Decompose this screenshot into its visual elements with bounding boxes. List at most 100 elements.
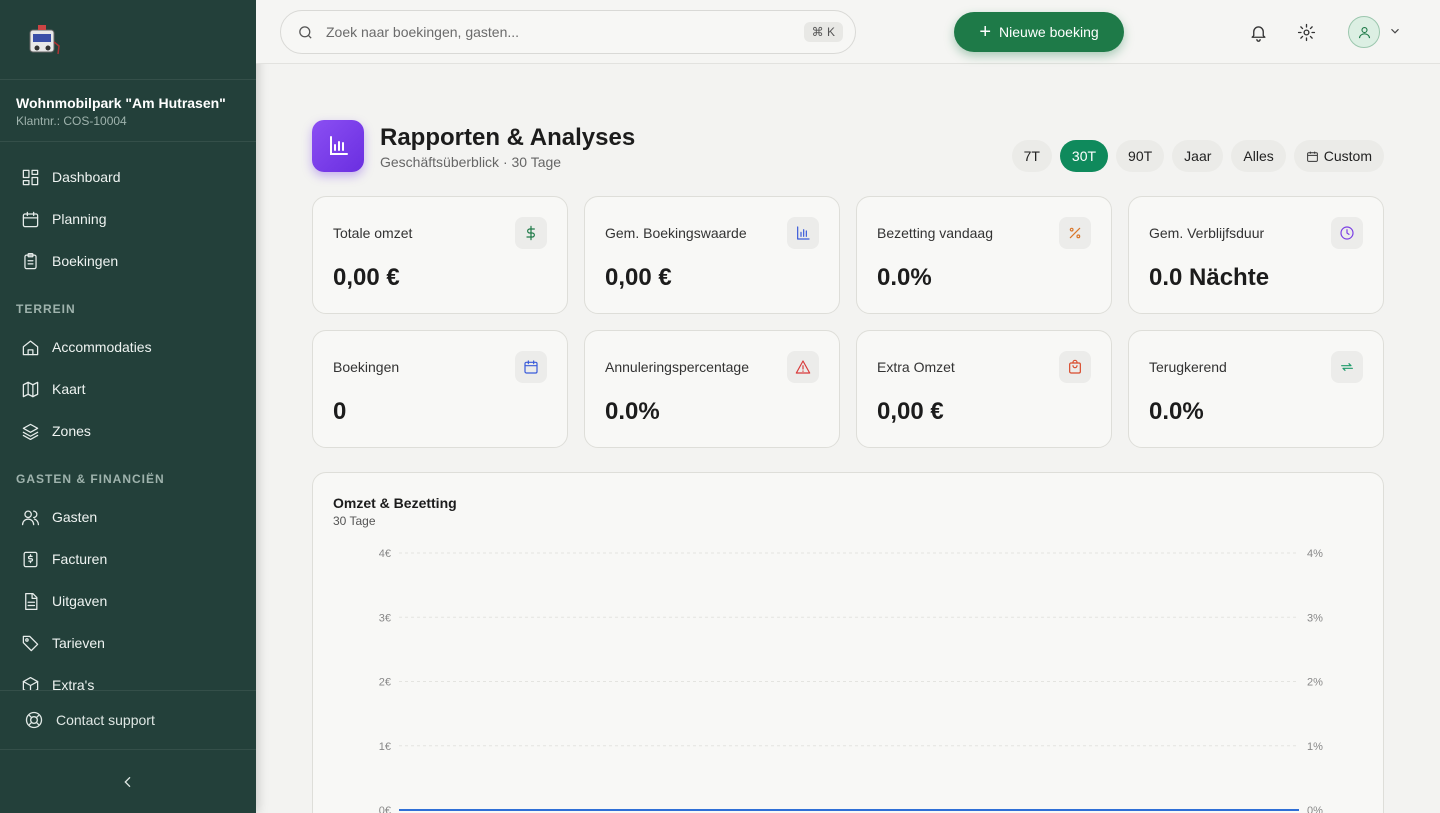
range-jaar[interactable]: Jaar bbox=[1172, 140, 1224, 172]
sidebar: Wohnmobilpark "Am Hutrasen" Klantnr.: CO… bbox=[0, 0, 256, 813]
logo-area bbox=[0, 0, 256, 80]
clock-icon bbox=[1331, 217, 1363, 249]
sidebar-item-kaart[interactable]: Kaart bbox=[0, 368, 256, 410]
kpi-label: Gem. Verblijfsduur bbox=[1149, 225, 1265, 241]
kpi-label: Gem. Boekingswaarde bbox=[605, 225, 747, 241]
kpi-label: Annuleringspercentage bbox=[605, 359, 749, 375]
y-right-tick-label: 1% bbox=[1307, 741, 1323, 753]
clipboard-icon bbox=[20, 251, 40, 271]
calendar-icon bbox=[515, 351, 547, 383]
y-right-tick-label: 4% bbox=[1307, 548, 1323, 560]
user-menu-toggle[interactable] bbox=[1388, 24, 1402, 43]
y-left-tick-label: 1€ bbox=[379, 741, 391, 753]
sidebar-item-accommodaties[interactable]: Accommodaties bbox=[0, 326, 256, 368]
sidebar-item-label: Uitgaven bbox=[52, 593, 108, 609]
search-shortcut: ⌘ K bbox=[803, 22, 843, 42]
kpi-label: Boekingen bbox=[333, 359, 400, 375]
settings-button[interactable] bbox=[1294, 20, 1318, 44]
lifebuoy-icon bbox=[25, 711, 43, 729]
customer-number: Klantnr.: COS-10004 bbox=[16, 114, 127, 128]
kpi-card-annuleringspercentage: Annuleringspercentage 0.0% bbox=[584, 330, 840, 448]
user-avatar[interactable] bbox=[1348, 16, 1380, 48]
kpi-value: 0,00 € bbox=[877, 398, 944, 425]
sidebar-footer: Contact support bbox=[0, 690, 256, 813]
kpi-value: 0.0 Nächte bbox=[1149, 264, 1270, 291]
sidebar-item-label: Accommodaties bbox=[52, 339, 152, 355]
chevron-left-icon bbox=[124, 776, 131, 787]
sidebar-item-boekingen[interactable]: Boekingen bbox=[0, 240, 256, 282]
park-logo[interactable] bbox=[24, 22, 64, 62]
chart-canvas: 4€ 4% 3€ 3% 2€ 2% 1€ 1% 0€ 0% bbox=[379, 548, 1323, 813]
new-booking-label: Nieuwe boeking bbox=[999, 24, 1099, 40]
layers-icon bbox=[20, 421, 40, 441]
kpi-value: 0.0% bbox=[877, 264, 932, 291]
tag-icon bbox=[20, 633, 40, 653]
sidebar-item-extras[interactable]: Extra's bbox=[0, 664, 256, 690]
revenue-occupancy-chart: Omzet & Bezetting 30 Tage 4€ 4% 3€ 3% 2€ 2% 1€… bbox=[312, 472, 1384, 813]
new-booking-button[interactable]: + Nieuwe boeking bbox=[954, 12, 1124, 52]
sidebar-item-label: Tarieven bbox=[52, 635, 105, 651]
sidebar-item-label: Extra's bbox=[52, 677, 95, 690]
sidebar-nav: Dashboard Planning Boekingen TERREIN Acc… bbox=[0, 142, 256, 690]
y-right-tick-label: 3% bbox=[1307, 612, 1323, 624]
plus-icon: + bbox=[979, 21, 992, 43]
gear-icon bbox=[1297, 23, 1315, 41]
range-90t[interactable]: 90T bbox=[1116, 140, 1165, 172]
range-7t[interactable]: 7T bbox=[1011, 140, 1052, 172]
kpi-card-boekingen: Boekingen 0 bbox=[312, 330, 568, 448]
range-custom[interactable]: Custom bbox=[1293, 140, 1384, 172]
bag-icon bbox=[1059, 351, 1091, 383]
dollar-icon bbox=[515, 217, 547, 249]
search-input[interactable]: Zoek naar boekingen, gasten... ⌘ K bbox=[280, 10, 856, 54]
bar-chart-icon bbox=[787, 217, 819, 249]
kpi-card-gem-boekingswaarde: Gem. Boekingswaarde 0,00 € bbox=[584, 196, 840, 314]
grid-icon bbox=[20, 167, 40, 187]
sidebar-item-label: Planning bbox=[52, 211, 107, 227]
support-label: Contact support bbox=[56, 712, 155, 728]
search-icon bbox=[299, 25, 312, 39]
sidebar-item-label: Gasten bbox=[52, 509, 98, 525]
sidebar-item-dashboard[interactable]: Dashboard bbox=[0, 156, 256, 198]
sidebar-item-facturen[interactable]: Facturen bbox=[0, 538, 256, 580]
contact-support-button[interactable]: Contact support bbox=[0, 691, 256, 749]
user-icon bbox=[1358, 26, 1370, 38]
sidebar-item-planning[interactable]: Planning bbox=[0, 198, 256, 240]
search-placeholder: Zoek naar boekingen, gasten... bbox=[326, 24, 520, 40]
kpi-value: 0.0% bbox=[605, 398, 660, 425]
home-icon bbox=[20, 337, 40, 357]
notifications-button[interactable] bbox=[1246, 20, 1270, 44]
park-name: Wohnmobilpark "Am Hutrasen" bbox=[16, 95, 226, 111]
kpi-label: Terugkerend bbox=[1149, 359, 1227, 375]
box-icon bbox=[20, 675, 40, 690]
section-terrein: TERREIN bbox=[16, 302, 76, 316]
sidebar-item-gasten[interactable]: Gasten bbox=[0, 496, 256, 538]
range-custom-label: Custom bbox=[1323, 148, 1372, 164]
sidebar-item-label: Zones bbox=[52, 423, 91, 439]
kpi-card-extra-omzet: Extra Omzet 0,00 € bbox=[856, 330, 1112, 448]
repeat-icon bbox=[1331, 351, 1363, 383]
y-left-tick-label: 2€ bbox=[379, 677, 391, 689]
kpi-label: Totale omzet bbox=[333, 225, 413, 241]
y-right-tick-label: 2% bbox=[1307, 677, 1323, 689]
kpi-grid: Totale omzet 0,00 € Gem. Boekingswaarde … bbox=[312, 196, 1384, 448]
collapse-sidebar-button[interactable] bbox=[0, 749, 256, 813]
map-icon bbox=[20, 379, 40, 399]
kpi-label: Bezetting vandaag bbox=[877, 225, 993, 241]
sidebar-item-zones[interactable]: Zones bbox=[0, 410, 256, 452]
top-bar: Zoek naar boekingen, gasten... ⌘ K + Nie… bbox=[256, 0, 1440, 64]
kpi-card-totale-omzet: Totale omzet 0,00 € bbox=[312, 196, 568, 314]
bell-icon bbox=[1250, 25, 1266, 42]
kpi-card-gem-verblijfsduur: Gem. Verblijfsduur 0.0 Nächte bbox=[1128, 196, 1384, 314]
sidebar-item-uitgaven[interactable]: Uitgaven bbox=[0, 580, 256, 622]
invoice-icon bbox=[20, 549, 40, 569]
users-icon bbox=[20, 507, 40, 527]
alert-icon bbox=[787, 351, 819, 383]
calendar-icon bbox=[20, 209, 40, 229]
sidebar-item-label: Boekingen bbox=[52, 253, 119, 269]
sidebar-item-tarieven[interactable]: Tarieven bbox=[0, 622, 256, 664]
range-30t[interactable]: 30T bbox=[1059, 140, 1109, 172]
sidebar-item-label: Kaart bbox=[52, 381, 86, 397]
range-alles[interactable]: Alles bbox=[1231, 140, 1286, 172]
document-icon bbox=[20, 591, 40, 611]
park-info[interactable]: Wohnmobilpark "Am Hutrasen" Klantnr.: CO… bbox=[0, 80, 256, 142]
